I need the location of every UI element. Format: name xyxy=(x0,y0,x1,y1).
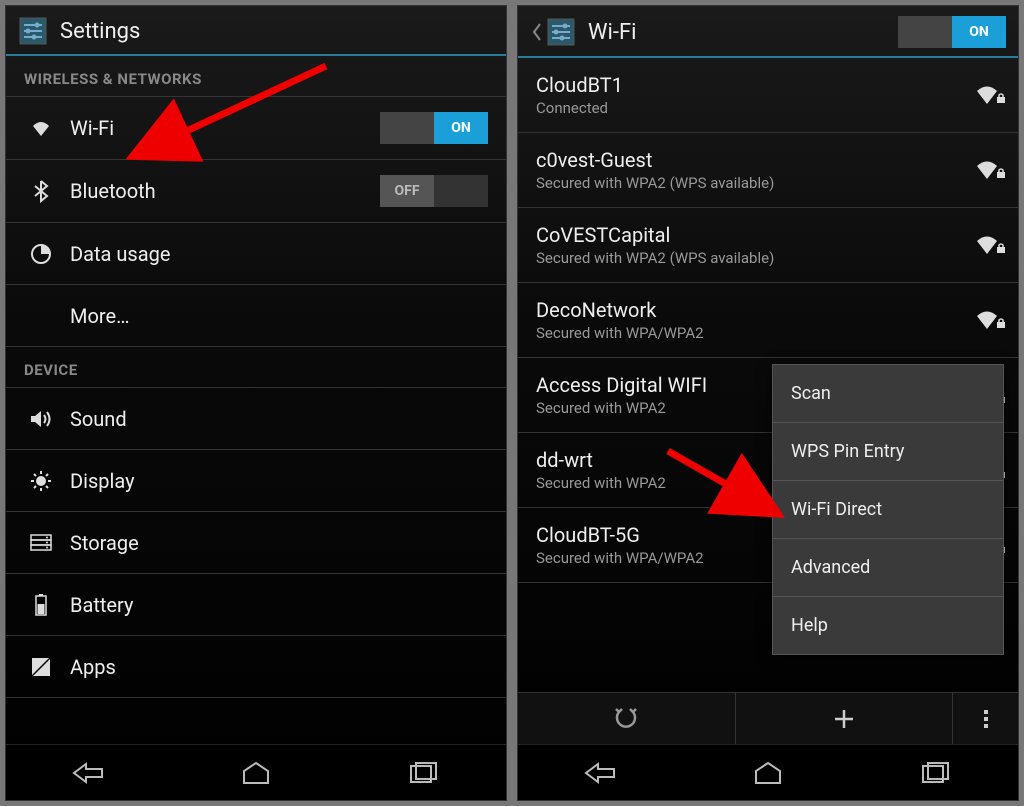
data-usage-label: Data usage xyxy=(70,242,488,266)
bluetooth-label: Bluetooth xyxy=(70,179,380,203)
lock-icon xyxy=(996,314,1006,333)
apps-label: Apps xyxy=(70,655,488,679)
menu-item[interactable]: Wi-Fi Direct xyxy=(773,481,1003,539)
wifi-signal-icon xyxy=(974,159,1000,181)
nav-bar xyxy=(6,744,506,800)
row-wifi[interactable]: Wi-Fi ON xyxy=(6,97,506,160)
wifi-signal-icon xyxy=(974,234,1000,256)
display-icon xyxy=(24,470,58,492)
row-apps[interactable]: Apps xyxy=(6,636,506,698)
wifi-network-row[interactable]: CloudBT1 Connected xyxy=(518,58,1018,133)
row-bluetooth[interactable]: Bluetooth OFF xyxy=(6,160,506,223)
row-data-usage[interactable]: Data usage xyxy=(6,223,506,285)
nav-bar xyxy=(518,744,1018,800)
wifi-label: Wi-Fi xyxy=(70,116,380,140)
action-bar xyxy=(518,692,1018,744)
menu-item[interactable]: Advanced xyxy=(773,539,1003,597)
toggle-on-label: ON xyxy=(434,112,488,144)
bluetooth-icon xyxy=(24,179,58,203)
wifi-toggle[interactable]: ON xyxy=(380,112,488,144)
network-name: CloudBT1 xyxy=(536,73,974,97)
wifi-icon xyxy=(24,118,58,138)
data-usage-icon xyxy=(24,243,58,265)
network-status: Secured with WPA/WPA2 xyxy=(536,324,974,342)
settings-sliders-icon xyxy=(18,16,48,46)
battery-label: Battery xyxy=(70,593,488,617)
wifi-network-row[interactable]: c0vest-Guest Secured with WPA2 (WPS avai… xyxy=(518,133,1018,208)
settings-sliders-icon xyxy=(546,17,576,47)
nav-recent[interactable] xyxy=(903,755,967,791)
menu-item[interactable]: WPS Pin Entry xyxy=(773,423,1003,481)
overflow-menu: ScanWPS Pin EntryWi-Fi DirectAdvancedHel… xyxy=(772,364,1004,655)
toggle-off-label: OFF xyxy=(380,175,434,207)
row-display[interactable]: Display xyxy=(6,450,506,512)
row-battery[interactable]: Battery xyxy=(6,574,506,636)
storage-label: Storage xyxy=(70,531,488,555)
nav-home[interactable] xyxy=(224,755,288,791)
settings-screen: Settings WIRELESS & NETWORKS Wi-Fi ON Bl… xyxy=(5,5,507,801)
sound-icon xyxy=(24,409,58,429)
wifi-screen: Wi-Fi ON CloudBT1 Connected c0vest-Guest… xyxy=(517,5,1019,801)
overflow-menu-button[interactable] xyxy=(953,693,1018,744)
back-icon[interactable] xyxy=(530,20,542,44)
battery-icon xyxy=(24,594,58,616)
toggle-on-label: ON xyxy=(952,16,1006,48)
bluetooth-toggle[interactable]: OFF xyxy=(380,175,488,207)
page-title: Wi-Fi xyxy=(588,20,636,45)
page-title: Settings xyxy=(60,19,140,44)
more-label: More… xyxy=(70,304,488,328)
wifi-master-toggle[interactable]: ON xyxy=(898,16,1006,48)
section-wireless: WIRELESS & NETWORKS xyxy=(6,56,506,97)
nav-back[interactable] xyxy=(569,755,633,791)
lock-icon xyxy=(996,89,1006,108)
add-network-button[interactable] xyxy=(736,693,954,744)
row-sound[interactable]: Sound xyxy=(6,388,506,450)
display-label: Display xyxy=(70,469,488,493)
row-more[interactable]: More… xyxy=(6,285,506,347)
header: Settings xyxy=(6,6,506,56)
network-name: CoVESTCapital xyxy=(536,223,974,247)
header: Wi-Fi ON xyxy=(518,6,1018,58)
row-storage[interactable]: Storage xyxy=(6,512,506,574)
wifi-network-row[interactable]: DecoNetwork Secured with WPA/WPA2 xyxy=(518,283,1018,358)
settings-list: WIRELESS & NETWORKS Wi-Fi ON Bluetooth O… xyxy=(6,56,506,744)
storage-icon xyxy=(24,534,58,552)
network-status: Secured with WPA2 (WPS available) xyxy=(536,174,974,192)
menu-item[interactable]: Help xyxy=(773,597,1003,654)
sound-label: Sound xyxy=(70,407,488,431)
section-device: DEVICE xyxy=(6,347,506,388)
network-status: Connected xyxy=(536,99,974,117)
menu-item[interactable]: Scan xyxy=(773,365,1003,423)
wifi-network-row[interactable]: CoVESTCapital Secured with WPA2 (WPS ava… xyxy=(518,208,1018,283)
nav-home[interactable] xyxy=(736,755,800,791)
refresh-button[interactable] xyxy=(518,693,736,744)
lock-icon xyxy=(996,239,1006,258)
wifi-signal-icon xyxy=(974,84,1000,106)
network-name: DecoNetwork xyxy=(536,298,974,322)
nav-back[interactable] xyxy=(57,755,121,791)
wifi-signal-icon xyxy=(974,309,1000,331)
apps-icon xyxy=(24,656,58,678)
lock-icon xyxy=(996,164,1006,183)
network-status: Secured with WPA2 (WPS available) xyxy=(536,249,974,267)
nav-recent[interactable] xyxy=(391,755,455,791)
network-name: c0vest-Guest xyxy=(536,148,974,172)
